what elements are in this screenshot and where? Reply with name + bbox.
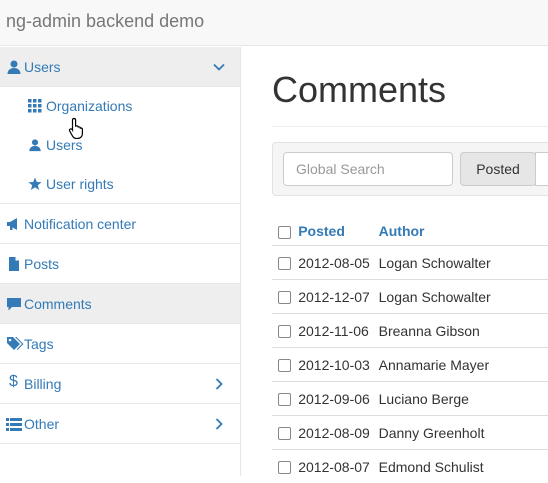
select-all-cell: [272, 217, 298, 246]
column-header-author[interactable]: Author: [379, 217, 548, 246]
table-row[interactable]: 2012-10-03 Annamarie Mayer: [272, 348, 548, 382]
cell-author: Danny Greenholt: [379, 416, 548, 450]
table-header-row: Posted Author: [272, 217, 548, 246]
cell-author: Breanna Gibson: [379, 314, 548, 348]
title-divider: [272, 126, 548, 127]
row-select-cell: [272, 280, 298, 314]
row-select-cell: [272, 382, 298, 416]
cell-author: Logan Schowalter: [379, 246, 548, 280]
sidebar-item-users[interactable]: Users: [0, 126, 240, 165]
sidebar-item-label: Other: [24, 416, 59, 432]
row-checkbox[interactable]: [278, 291, 291, 304]
row-checkbox[interactable]: [278, 461, 291, 474]
sidebar-item-user-rights[interactable]: User rights: [0, 165, 240, 204]
chevron-right-icon[interactable]: [212, 417, 226, 431]
filter-next-button[interactable]: [535, 152, 548, 186]
sidebar-item-comments[interactable]: Comments: [0, 284, 240, 324]
cell-posted: 2012-12-07: [298, 280, 378, 314]
row-checkbox[interactable]: [278, 359, 291, 372]
table-row[interactable]: 2012-12-07 Logan Schowalter: [272, 280, 548, 314]
row-checkbox[interactable]: [278, 393, 291, 406]
row-select-cell: [272, 450, 298, 483]
sidebar-item-label: Billing: [24, 376, 61, 392]
chevron-down-icon[interactable]: [212, 60, 226, 74]
sidebar-item-other[interactable]: Other: [0, 404, 240, 444]
cell-posted: 2012-08-09: [298, 416, 378, 450]
comments-table: Posted Author 2012-08-05 Logan Schowalte…: [272, 217, 548, 483]
star-icon: [28, 177, 42, 191]
cell-posted: 2012-08-07: [298, 450, 378, 483]
cell-author: Logan Schowalter: [379, 280, 548, 314]
sidebar-item-billing[interactable]: $ Billing: [0, 364, 240, 404]
chevron-right-icon[interactable]: [212, 377, 226, 391]
column-header-posted[interactable]: Posted: [298, 217, 378, 246]
file-icon: [6, 256, 22, 272]
row-checkbox[interactable]: [278, 427, 291, 440]
sidebar: Users Organizations Users: [0, 47, 241, 476]
filter-posted-button[interactable]: Posted: [460, 152, 536, 186]
cell-author: Luciano Berge: [379, 382, 548, 416]
cell-posted: 2012-08-05: [298, 246, 378, 280]
table-row[interactable]: 2012-11-06 Breanna Gibson: [272, 314, 548, 348]
global-search-input[interactable]: [283, 152, 453, 186]
user-icon: [6, 59, 22, 75]
sidebar-item-label: Users: [46, 137, 83, 153]
tags-icon: [6, 336, 24, 352]
cell-posted: 2012-11-06: [298, 314, 378, 348]
table-row[interactable]: 2012-09-06 Luciano Berge: [272, 382, 548, 416]
brand-title[interactable]: ng-admin backend demo: [6, 11, 204, 32]
cell-author: Edmond Schulist: [379, 450, 548, 483]
table-row[interactable]: 2012-08-09 Danny Greenholt: [272, 416, 548, 450]
row-select-cell: [272, 348, 298, 382]
cell-posted: 2012-09-06: [298, 382, 378, 416]
sidebar-item-label: Posts: [24, 256, 59, 272]
cell-author: Annamarie Mayer: [379, 348, 548, 382]
sidebar-item-label: User rights: [46, 176, 114, 192]
filter-bar: Posted: [272, 142, 548, 196]
sidebar-item-posts[interactable]: Posts: [0, 244, 240, 284]
megaphone-icon: [6, 216, 22, 232]
row-select-cell: [272, 416, 298, 450]
row-checkbox[interactable]: [278, 325, 291, 338]
main-content: Comments Posted Posted Author 2012-08-05…: [242, 47, 548, 476]
sidebar-item-label: Organizations: [46, 98, 132, 114]
grid-icon: [28, 99, 42, 113]
row-select-cell: [272, 246, 298, 280]
list-icon: [6, 416, 22, 432]
sidebar-item-label: Tags: [24, 336, 54, 352]
top-navbar: ng-admin backend demo: [0, 0, 548, 46]
sidebar-item-tags[interactable]: Tags: [0, 324, 240, 364]
table-row[interactable]: 2012-08-05 Logan Schowalter: [272, 246, 548, 280]
cell-posted: 2012-10-03: [298, 348, 378, 382]
sidebar-item-label: Comments: [24, 296, 92, 312]
row-select-cell: [272, 314, 298, 348]
comment-icon: [6, 296, 22, 312]
user-icon: [28, 138, 42, 152]
sidebar-item-users-group[interactable]: Users: [0, 47, 240, 87]
row-checkbox[interactable]: [278, 257, 291, 270]
sidebar-item-organizations[interactable]: Organizations: [0, 87, 240, 126]
sidebar-item-label: Users: [24, 59, 61, 75]
users-submenu: Organizations Users User rights: [0, 87, 240, 204]
select-all-checkbox[interactable]: [278, 226, 291, 239]
table-row[interactable]: 2012-08-07 Edmond Schulist: [272, 450, 548, 483]
sidebar-item-label: Notification center: [24, 216, 136, 232]
dollar-icon: $: [9, 373, 25, 389]
page-title: Comments: [272, 69, 446, 111]
sidebar-item-notification-center[interactable]: Notification center: [0, 204, 240, 244]
